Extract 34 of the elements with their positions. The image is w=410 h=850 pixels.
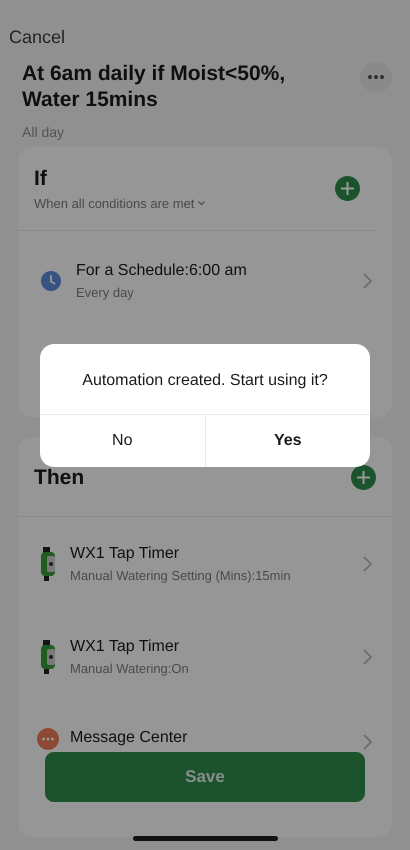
row-detail: Manual Watering Setting (Mins):15min [70,566,291,585]
page-title: At 6am daily if Moist<50%, Water 15mins [22,61,286,114]
list-row[interactable]: For a Schedule:6:00 am Every day [18,230,392,330]
schedule-subtitle: All day [22,122,66,142]
row-title: Message Center [70,728,188,748]
row-title: WX1 Tap Timer [70,544,180,564]
chevron-icon [363,734,372,750]
no-button[interactable]: No [40,415,204,467]
row-detail: Manual Watering:On [70,660,189,678]
list-row[interactable]: WX1 Tap Timer Manual Watering:On [18,610,392,703]
clock-icon [41,270,61,290]
section-title: If [34,166,48,192]
row-title: WX1 Tap Timer [70,636,180,657]
cancel-link[interactable]: Cancel [0,0,66,51]
more-icon [368,75,384,79]
list-row[interactable]: WX1 Tap Timer Manual Watering Setting (Mins):15min [18,517,392,610]
section-title: Then [34,464,84,490]
more-button[interactable] [360,61,392,93]
yes-button[interactable]: Yes [204,415,370,467]
message-icon [37,728,59,750]
plus-icon [341,182,354,194]
list-row[interactable]: Message Center [18,703,392,750]
tap-timer-icon [40,546,56,580]
row-detail: Every day [76,284,135,302]
row-title: For a Schedule:6:00 am [76,260,247,281]
caret-icon [198,201,206,206]
add-condition-button[interactable] [335,176,360,200]
chevron-icon [363,556,372,572]
tap-timer-icon [40,640,56,674]
add-action-button[interactable] [351,464,376,490]
chevron-icon [363,648,372,664]
chevron-icon [363,272,372,288]
dialog-message: Automation created. Start using it? [81,371,329,391]
plus-icon [357,470,370,484]
